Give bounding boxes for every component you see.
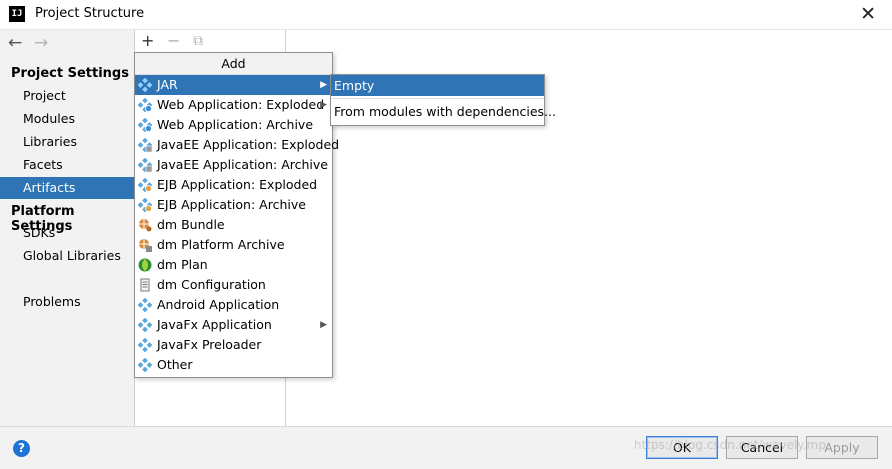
settings-sidebar: ← → Project Settings Project Modules Lib… xyxy=(0,30,135,426)
add-icon[interactable]: + xyxy=(141,31,154,51)
artifact-diamond-icon xyxy=(138,358,152,372)
project-settings-heading: Project Settings xyxy=(11,66,129,81)
sidebar-item-label: Problems xyxy=(23,294,81,309)
ok-button[interactable]: OK xyxy=(646,436,718,459)
add-artifact-popup: Add JAR ▶ Web Application: Exploded ▶ We… xyxy=(134,52,339,378)
sidebar-item-problems[interactable]: Problems xyxy=(0,291,134,313)
menu-item-label: JavaEE Application: Exploded xyxy=(157,137,340,152)
window-title: Project Structure xyxy=(35,6,145,21)
artifact-diamond-icon xyxy=(138,298,152,312)
dm-bundle-icon xyxy=(139,219,152,232)
sidebar-item-global-libraries[interactable]: Global Libraries xyxy=(0,245,134,267)
menu-item-dm-plan[interactable]: dm Plan xyxy=(135,255,332,275)
menu-item-label: dm Bundle xyxy=(157,217,225,232)
menu-item-dm-bundle[interactable]: dm Bundle xyxy=(135,215,332,235)
jar-submenu: Empty From modules with dependencies... xyxy=(330,74,556,126)
title-bar: IJ Project Structure ✕ xyxy=(0,0,892,30)
menu-item-jar[interactable]: JAR ▶ xyxy=(135,75,332,95)
sidebar-item-libraries[interactable]: Libraries xyxy=(0,131,134,153)
menu-item-label: dm Platform Archive xyxy=(157,237,285,252)
sidebar-item-label: Artifacts xyxy=(23,180,76,195)
menu-item-label: dm Configuration xyxy=(157,277,266,292)
submenu-arrow-icon: ▶ xyxy=(320,320,327,330)
menu-item-dm-configuration[interactable]: dm Configuration xyxy=(135,275,332,295)
dm-config-icon xyxy=(140,278,150,292)
sidebar-item-sdks[interactable]: SDKs xyxy=(0,222,134,244)
menu-item-label: EJB Application: Archive xyxy=(157,197,306,212)
sidebar-item-label: Modules xyxy=(23,111,75,126)
javaee-app-icon xyxy=(138,158,152,172)
menu-item-javafx-preloader[interactable]: JavaFx Preloader xyxy=(135,335,332,355)
menu-item-label: JavaFx Application xyxy=(157,317,272,332)
copy-icon[interactable]: ⧉ xyxy=(193,31,203,51)
submenu-separator xyxy=(331,98,544,99)
close-icon[interactable]: ✕ xyxy=(860,2,876,26)
menu-item-web-app-archive[interactable]: Web Application: Archive xyxy=(135,115,332,135)
web-app-icon xyxy=(138,98,152,112)
menu-item-ejb-exploded[interactable]: EJB Application: Exploded xyxy=(135,175,332,195)
popup-title: Add xyxy=(135,53,332,75)
menu-item-label: Web Application: Archive xyxy=(157,117,314,132)
artifact-diamond-icon xyxy=(138,78,152,92)
sidebar-item-label: Global Libraries xyxy=(23,248,121,263)
web-app-icon xyxy=(138,118,152,132)
submenu-arrow-icon: ▶ xyxy=(320,80,327,90)
sidebar-item-artifacts[interactable]: Artifacts xyxy=(0,177,134,199)
sidebar-item-facets[interactable]: Facets xyxy=(0,154,134,176)
menu-item-web-app-exploded[interactable]: Web Application: Exploded ▶ xyxy=(135,95,332,115)
menu-item-label: JavaEE Application: Archive xyxy=(157,157,328,172)
sidebar-item-label: Libraries xyxy=(23,134,77,149)
menu-item-label: EJB Application: Exploded xyxy=(157,177,318,192)
dm-plan-icon xyxy=(138,258,152,272)
menu-item-dm-platform-archive[interactable]: dm Platform Archive xyxy=(135,235,332,255)
remove-icon[interactable]: − xyxy=(167,31,180,51)
menu-item-ejb-archive[interactable]: EJB Application: Archive xyxy=(135,195,332,215)
menu-item-label: dm Plan xyxy=(157,257,208,272)
menu-item-label: Android Application xyxy=(157,297,280,312)
apply-button[interactable]: Apply xyxy=(806,436,878,459)
menu-item-label: JavaFx Preloader xyxy=(157,337,262,352)
dialog-button-bar: ? OK Cancel Apply xyxy=(0,426,892,469)
menu-item-javaee-exploded[interactable]: JavaEE Application: Exploded xyxy=(135,135,339,155)
sidebar-item-label: Facets xyxy=(23,157,63,172)
dm-platform-icon xyxy=(139,239,152,252)
submenu-item-empty[interactable]: Empty xyxy=(331,75,544,96)
sidebar-item-label: SDKs xyxy=(23,225,56,240)
sidebar-item-label: Project xyxy=(23,88,66,103)
sidebar-item-project[interactable]: Project xyxy=(0,85,134,107)
menu-item-label: Web Application: Exploded xyxy=(157,97,325,112)
submenu-arrow-icon: ▶ xyxy=(320,100,327,110)
menu-item-label: JAR xyxy=(157,77,178,92)
cancel-button[interactable]: Cancel xyxy=(726,436,798,459)
help-icon[interactable]: ? xyxy=(13,440,30,457)
menu-item-javafx-application[interactable]: JavaFx Application ▶ xyxy=(135,315,332,335)
ejb-app-icon xyxy=(138,198,152,212)
forward-arrow-icon[interactable]: → xyxy=(34,33,48,53)
intellij-app-icon: IJ xyxy=(9,6,25,22)
javaee-app-icon xyxy=(138,138,152,152)
menu-item-label: Other xyxy=(157,357,193,372)
artifact-diamond-icon xyxy=(138,318,152,332)
submenu-item-from-modules[interactable]: From modules with dependencies... xyxy=(331,101,556,122)
artifact-diamond-icon xyxy=(138,338,152,352)
sidebar-item-modules[interactable]: Modules xyxy=(0,108,134,130)
menu-item-android-application[interactable]: Android Application xyxy=(135,295,332,315)
menu-item-javaee-archive[interactable]: JavaEE Application: Archive xyxy=(135,155,332,175)
menu-item-other[interactable]: Other xyxy=(135,355,332,375)
ejb-app-icon xyxy=(138,178,152,192)
back-arrow-icon[interactable]: ← xyxy=(8,33,22,53)
